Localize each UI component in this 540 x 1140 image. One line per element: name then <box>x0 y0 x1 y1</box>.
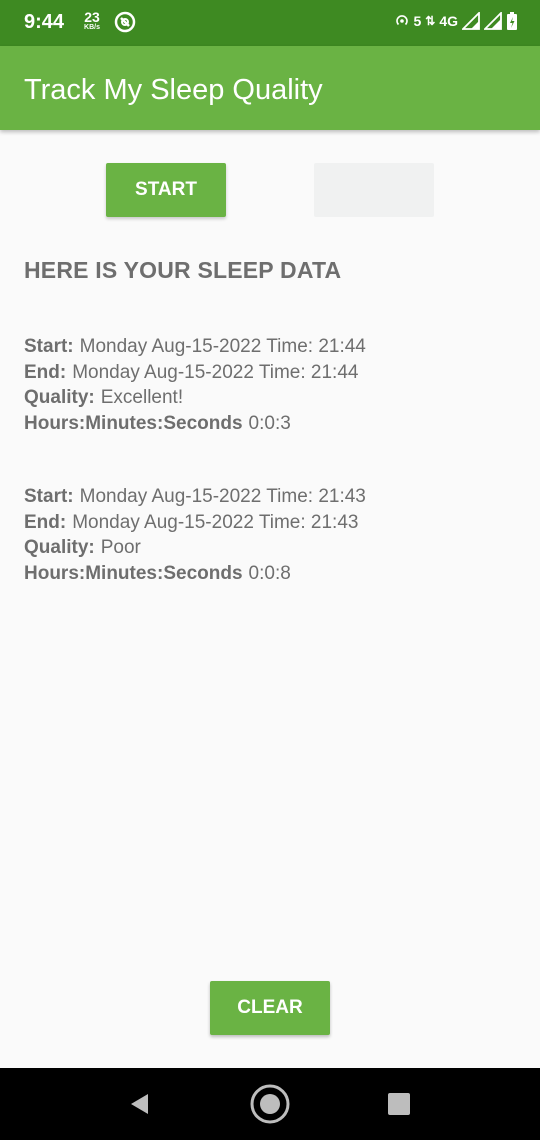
quality-label: Quality: <box>24 537 95 558</box>
network-type: 4G <box>439 13 458 29</box>
recents-button[interactable] <box>369 1068 429 1140</box>
app-bar: Track My Sleep Quality <box>0 46 540 130</box>
end-value: Monday Aug-15-2022 Time: 21:44 <box>72 361 359 383</box>
home-icon <box>250 1084 290 1124</box>
app-title: Track My Sleep Quality <box>24 74 323 106</box>
status-indicators: 5 ⇅ 4G <box>395 11 518 31</box>
duration-label: Hours:Minutes:Seconds <box>24 412 243 434</box>
start-value: Monday Aug-15-2022 Time: 21:44 <box>79 336 366 357</box>
hotspot-count: 5 <box>413 13 422 29</box>
signal-icon <box>484 12 502 30</box>
duration-value: 0:0:8 <box>248 562 291 584</box>
back-button[interactable] <box>110 1068 170 1140</box>
network-speed-unit: KB/s <box>84 24 100 31</box>
sleep-data-heading: HERE IS YOUR SLEEP DATA <box>24 257 342 283</box>
stop-button[interactable] <box>314 163 434 217</box>
start-label: Start: <box>24 486 74 507</box>
start-value: Monday Aug-15-2022 Time: 21:43 <box>79 486 366 507</box>
status-time: 9:44 <box>24 11 65 33</box>
end-value: Monday Aug-15-2022 Time: 21:43 <box>72 511 359 533</box>
sleep-night-entry: Start: Monday Aug-15-2022 Time: 21:44 End… <box>24 334 366 436</box>
sleep-night-entry: Start: Monday Aug-15-2022 Time: 21:43 End… <box>24 484 366 586</box>
start-label: Start: <box>24 336 74 357</box>
network-speed: 23 KB/s <box>80 10 104 31</box>
quality-label: Quality: <box>24 387 95 408</box>
home-button[interactable] <box>240 1068 300 1140</box>
end-label: End: <box>24 361 67 383</box>
recents-icon <box>388 1093 410 1115</box>
end-label: End: <box>24 511 67 533</box>
battery-charging-icon <box>506 11 518 31</box>
app-icon <box>114 11 136 38</box>
quality-value: Excellent! <box>100 387 184 408</box>
hotspot-icon <box>395 14 409 28</box>
data-arrows-icon: ⇅ <box>425 14 436 28</box>
navigation-bar <box>0 1068 540 1140</box>
network-speed-value: 23 <box>84 9 100 25</box>
signal-icon <box>462 12 480 30</box>
status-bar: 9:44 23 KB/s 5 ⇅ 4G <box>0 0 540 46</box>
clear-button[interactable]: CLEAR <box>210 981 330 1035</box>
duration-label: Hours:Minutes:Seconds <box>24 562 243 584</box>
quality-value: Poor <box>100 537 141 558</box>
start-button[interactable]: START <box>106 163 226 217</box>
duration-value: 0:0:3 <box>248 412 291 434</box>
back-icon <box>131 1094 148 1114</box>
